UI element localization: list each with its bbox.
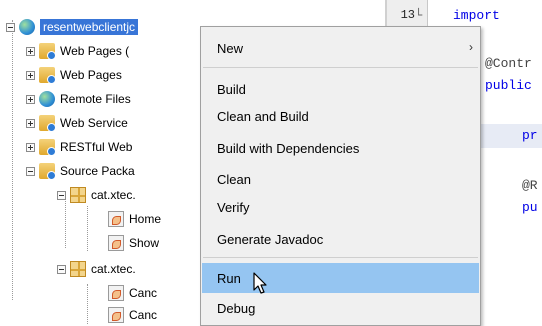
code-line[interactable]: @R	[522, 178, 538, 193]
tree-root-node[interactable]: resentwebclientjc	[6, 16, 139, 38]
menu-item-verify[interactable]: Verify	[202, 194, 479, 220]
menu-item-label: New	[217, 40, 244, 56]
code-line[interactable]: pu	[522, 200, 538, 215]
menu-item-label: Generate Javadoc	[217, 231, 324, 247]
folder-globe-icon	[39, 43, 56, 60]
tree-guide	[87, 284, 88, 324]
menu-item-run[interactable]: Run	[202, 263, 479, 293]
tree-item-label: Canc	[129, 286, 158, 300]
expand-icon[interactable]	[26, 70, 35, 80]
tree-item-label: Source Packa	[60, 164, 135, 178]
menu-item-new[interactable]: New ›	[202, 35, 479, 61]
tree-item-label: Home	[129, 212, 162, 226]
menu-item-label: Verify	[217, 199, 250, 215]
java-file-icon	[108, 211, 124, 227]
tree-root-label[interactable]: resentwebclientjc	[40, 19, 139, 35]
collapse-icon[interactable]	[57, 190, 66, 200]
mouse-pointer-icon	[253, 272, 267, 294]
web-project-icon	[19, 19, 35, 35]
menu-item-label: Build with Dependencies	[217, 140, 360, 156]
tree-item-label: Web Pages	[60, 68, 122, 82]
java-file-icon	[108, 285, 124, 301]
tree-item-source-packages[interactable]: Source Packa	[26, 160, 135, 182]
folder-service-icon	[39, 115, 56, 132]
tree-item-label: Remote Files	[60, 92, 131, 106]
folder-source-icon	[39, 163, 56, 180]
tree-item-package[interactable]: cat.xtec.	[57, 184, 136, 206]
tree-item-label: cat.xtec.	[91, 262, 136, 276]
tree-item-web-pages-2[interactable]: Web Pages	[26, 64, 122, 86]
java-file-icon	[108, 307, 124, 323]
menu-item-build[interactable]: Build	[202, 76, 479, 102]
folder-rest-icon	[39, 139, 56, 156]
tree-guide	[12, 20, 13, 300]
collapse-icon[interactable]	[57, 264, 66, 274]
context-menu[interactable]: New › Build Clean and Build Build with D…	[200, 26, 481, 326]
tree-item-label: Show	[129, 236, 160, 250]
tree-item-java-file[interactable]: Show	[108, 232, 159, 254]
code-line[interactable]: @Contr	[485, 56, 532, 71]
menu-separator	[203, 67, 478, 68]
fold-end-icon: └	[415, 8, 423, 22]
tree-item-web-pages-1[interactable]: Web Pages (	[26, 40, 129, 62]
menu-item-label: Clean	[217, 171, 251, 187]
code-line[interactable]: public	[485, 78, 532, 93]
menu-item-debug[interactable]: Debug	[202, 295, 479, 321]
expand-icon[interactable]	[26, 94, 35, 104]
collapse-icon[interactable]	[26, 166, 35, 176]
menu-item-generate-javadoc[interactable]: Generate Javadoc	[202, 226, 479, 252]
tree-item-java-file[interactable]: Home	[108, 208, 161, 230]
code-line[interactable]: import	[453, 8, 500, 23]
menu-separator	[203, 257, 478, 258]
menu-item-label: Run	[217, 270, 241, 286]
menu-item-label: Build	[217, 81, 246, 97]
collapse-icon[interactable]	[6, 22, 15, 32]
java-file-icon	[108, 235, 124, 251]
menu-item-clean-and-build[interactable]: Clean and Build	[202, 103, 479, 129]
tree-item-label: RESTful Web	[60, 140, 133, 154]
expand-icon[interactable]	[26, 46, 35, 56]
tree-item-java-file[interactable]: Canc	[108, 282, 157, 304]
package-icon	[70, 187, 86, 203]
expand-icon[interactable]	[26, 118, 35, 128]
tree-item-java-file[interactable]: Canc	[108, 304, 157, 326]
tree-guide	[87, 206, 88, 251]
submenu-arrow-icon: ›	[469, 40, 473, 54]
tree-item-label: Canc	[129, 308, 158, 322]
code-line[interactable]: pr	[522, 128, 538, 143]
menu-item-label: Clean and Build	[217, 108, 309, 124]
tree-item-label: Web Pages (	[60, 44, 130, 58]
menu-item-build-with-dependencies[interactable]: Build with Dependencies	[202, 135, 479, 161]
expand-icon[interactable]	[26, 142, 35, 152]
menu-item-label: Debug	[217, 300, 256, 316]
tree-item-remote-files[interactable]: Remote Files	[26, 88, 131, 110]
tree-item-restful-web[interactable]: RESTful Web	[26, 136, 132, 158]
menu-item-clean[interactable]: Clean	[202, 166, 479, 192]
tree-item-label: Web Service	[60, 116, 128, 130]
globe-icon	[39, 91, 55, 107]
tree-item-web-service[interactable]: Web Service	[26, 112, 128, 134]
line-number: 13	[400, 8, 415, 22]
folder-globe-icon	[39, 67, 56, 84]
tree-item-package[interactable]: cat.xtec.	[57, 258, 136, 280]
package-icon	[70, 261, 86, 277]
tree-item-label: cat.xtec.	[91, 188, 136, 202]
